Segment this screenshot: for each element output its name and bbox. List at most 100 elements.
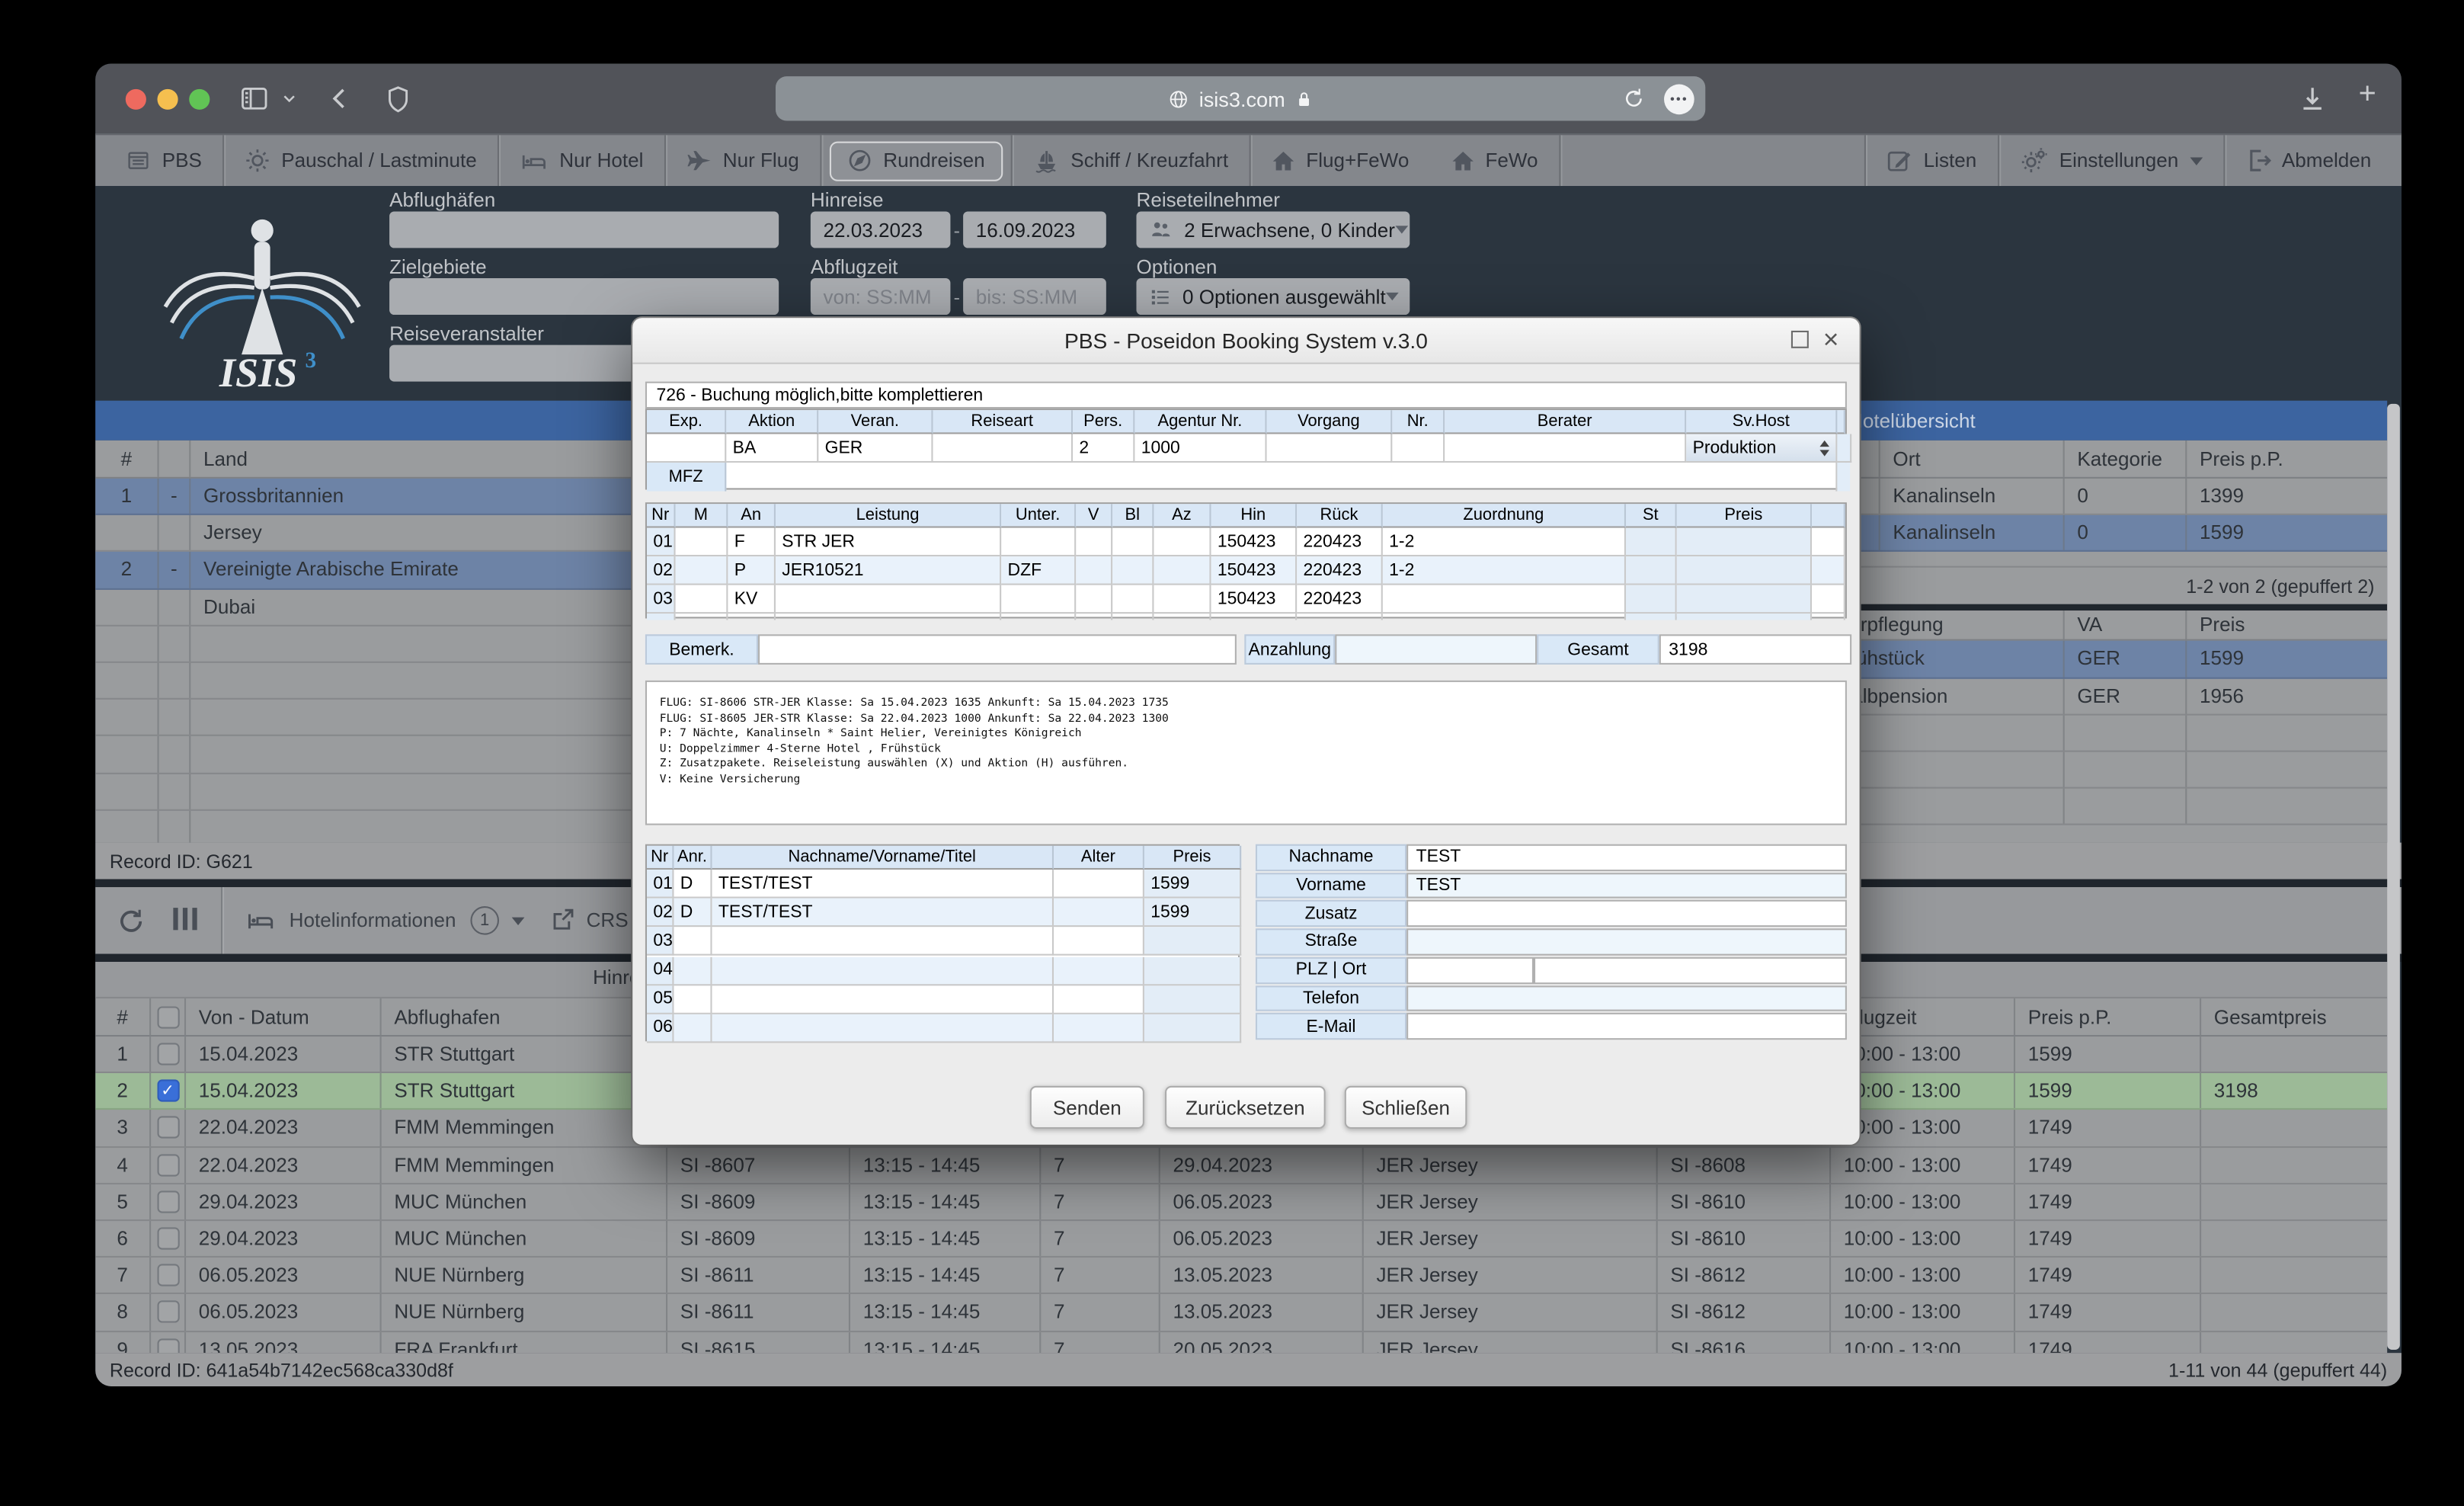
passenger-cell-r5-c1[interactable] bbox=[674, 1014, 712, 1043]
row-checkbox[interactable] bbox=[156, 1043, 178, 1065]
services-cell-r1-c7[interactable] bbox=[1154, 556, 1211, 585]
flight-row[interactable]: 629.04.2023MUC MünchenSI -860913:15 - 14… bbox=[95, 1221, 2387, 1258]
nav-item-pbs[interactable]: PBS bbox=[105, 135, 222, 186]
abflughaefen-input[interactable] bbox=[389, 211, 779, 248]
reload-icon[interactable] bbox=[1623, 88, 1645, 110]
passenger-cell-r1-c1[interactable]: D bbox=[674, 899, 712, 928]
passenger-cell-r1-c2[interactable]: TEST/TEST bbox=[712, 899, 1054, 928]
columns-icon[interactable] bbox=[170, 907, 199, 934]
senden-button[interactable]: Senden bbox=[1030, 1086, 1144, 1129]
download-icon[interactable] bbox=[2298, 81, 2327, 116]
row-checkbox[interactable] bbox=[156, 1117, 178, 1139]
row-checkbox[interactable] bbox=[156, 1154, 178, 1176]
nav-item-flug-fewo[interactable]: Flug+FeWo bbox=[1250, 135, 1429, 186]
services-cell-r2-c1[interactable] bbox=[676, 585, 728, 614]
passenger-cell-r0-c2[interactable]: TEST/TEST bbox=[712, 870, 1054, 899]
services-cell-r0-c11[interactable] bbox=[1626, 528, 1677, 557]
reiseteilnehmer-dropdown[interactable]: 2 Erwachsene, 0 Kinder bbox=[1136, 211, 1410, 248]
booking-details-textarea[interactable]: FLUG: SI-8606 STR-JER Klasse: Sa 15.04.2… bbox=[645, 681, 1847, 825]
passenger-cell-r4-c1[interactable] bbox=[674, 985, 712, 1014]
abflugzeit-bis-input[interactable]: bis: SS:MM bbox=[963, 278, 1106, 315]
services-cell-r2-c12[interactable] bbox=[1677, 585, 1812, 614]
passenger-cell-r0-c1[interactable]: D bbox=[674, 870, 712, 899]
contact-input-e-mail[interactable] bbox=[1406, 1013, 1847, 1040]
nav-item-pauschal-lastminute[interactable]: Pauschal / Lastminute bbox=[224, 135, 498, 186]
services-cell-r0-c10[interactable]: 1-2 bbox=[1383, 528, 1626, 557]
passenger-cell-r3-c2[interactable] bbox=[712, 956, 1054, 985]
sidebar-icon[interactable] bbox=[238, 81, 270, 116]
close-traffic-light[interactable] bbox=[126, 89, 146, 110]
services-cell-r1-c10[interactable]: 1-2 bbox=[1383, 556, 1626, 585]
flight-row[interactable]: 422.04.2023FMM MemmingenSI -860713:15 - … bbox=[95, 1147, 2387, 1184]
passenger-cell-r3-c3[interactable] bbox=[1054, 956, 1144, 985]
contact-input-vorname[interactable]: TEST bbox=[1406, 873, 1847, 899]
row-checkbox[interactable] bbox=[156, 1338, 178, 1353]
nav-item-listen[interactable]: Listen bbox=[1867, 135, 1998, 186]
zoom-traffic-light[interactable] bbox=[189, 89, 210, 110]
passenger-cell-r4-c2[interactable] bbox=[712, 985, 1054, 1014]
nav-item-nur-hotel[interactable]: Nur Hotel bbox=[499, 135, 664, 186]
services-cell-r0-c1[interactable] bbox=[676, 528, 728, 557]
anzahlung-input[interactable] bbox=[1335, 634, 1537, 665]
services-cell-r1-c5[interactable] bbox=[1076, 556, 1112, 585]
new-tab-icon[interactable]: + bbox=[2359, 78, 2376, 113]
nav-item-rundreisen[interactable]: Rundreisen bbox=[829, 141, 1002, 181]
contact-input-plz[interactable] bbox=[1406, 956, 1534, 983]
passenger-cell-r5-c2[interactable] bbox=[712, 1014, 1054, 1043]
address-bar[interactable]: isis3.com ••• bbox=[776, 76, 1705, 120]
contact-input-nachname[interactable]: TEST bbox=[1406, 844, 1847, 871]
services-cell-r2-c4[interactable] bbox=[1001, 585, 1076, 614]
more-icon[interactable]: ••• bbox=[1664, 85, 1694, 115]
refresh-icon[interactable] bbox=[117, 907, 144, 934]
services-cell-r2-c6[interactable] bbox=[1112, 585, 1154, 614]
schliessen-button[interactable]: Schließen bbox=[1345, 1086, 1467, 1129]
services-cell-r0-c3[interactable]: STR JER bbox=[776, 528, 1001, 557]
row-checkbox[interactable] bbox=[156, 1264, 178, 1287]
main-scrollbar[interactable] bbox=[2387, 404, 2400, 1350]
hinreise-bis-input[interactable]: 16.09.2023 bbox=[963, 211, 1106, 248]
booking-cell-1[interactable]: BA bbox=[726, 434, 818, 463]
contact-input-telefon[interactable] bbox=[1406, 985, 1847, 1011]
services-cell-r1-c8[interactable]: 150423 bbox=[1211, 556, 1298, 585]
booking-cell-7[interactable] bbox=[1392, 434, 1445, 463]
services-cell-r2-c8[interactable]: 150423 bbox=[1211, 585, 1298, 614]
row-checkbox[interactable]: ✓ bbox=[156, 1080, 178, 1102]
passenger-cell-r4-c4[interactable] bbox=[1144, 985, 1241, 1014]
services-cell-r1-c9[interactable]: 220423 bbox=[1297, 556, 1383, 585]
services-cell-r1-c12[interactable] bbox=[1677, 556, 1812, 585]
services-cell-r0-c12[interactable] bbox=[1677, 528, 1812, 557]
services-cell-r2-c3[interactable] bbox=[776, 585, 1001, 614]
services-cell-r0-c9[interactable]: 220423 bbox=[1297, 528, 1383, 557]
booking-cell-4[interactable]: 2 bbox=[1073, 434, 1134, 463]
services-cell-r2-c11[interactable] bbox=[1626, 585, 1677, 614]
gesamt-input[interactable]: 3198 bbox=[1659, 634, 1851, 665]
close-icon[interactable]: × bbox=[1816, 321, 1845, 359]
nav-item-nur-flug[interactable]: Nur Flug bbox=[666, 135, 820, 186]
services-cell-r0-c4[interactable] bbox=[1001, 528, 1076, 557]
maximize-icon[interactable] bbox=[1791, 331, 1809, 348]
services-cell-r0-c5[interactable] bbox=[1076, 528, 1112, 557]
services-cell-r2-c9[interactable]: 220423 bbox=[1297, 585, 1383, 614]
services-cell-r2-c10[interactable] bbox=[1383, 585, 1626, 614]
booking-cell-8[interactable] bbox=[1445, 434, 1686, 463]
optionen-dropdown[interactable]: 0 Optionen ausgewählt bbox=[1136, 278, 1410, 315]
passenger-cell-r0-c4[interactable]: 1599 bbox=[1144, 870, 1241, 899]
row-checkbox[interactable] bbox=[156, 1228, 178, 1250]
passenger-cell-r2-c3[interactable] bbox=[1054, 928, 1144, 956]
flight-row[interactable]: 806.05.2023NUE NürnbergSI -861113:15 - 1… bbox=[95, 1295, 2387, 1331]
services-cell-r0-c7[interactable] bbox=[1154, 528, 1211, 557]
modal-titlebar[interactable]: PBS - Poseidon Booking System v.3.0 × bbox=[632, 318, 1859, 364]
abflugzeit-von-input[interactable]: von: SS:MM bbox=[811, 278, 951, 315]
mfz-input[interactable] bbox=[726, 463, 1837, 492]
services-cell-r0-c6[interactable] bbox=[1112, 528, 1154, 557]
passenger-cell-r2-c2[interactable] bbox=[712, 928, 1054, 956]
booking-cell-6[interactable] bbox=[1267, 434, 1393, 463]
hinreise-von-input[interactable]: 22.03.2023 bbox=[811, 211, 951, 248]
booking-cell-3[interactable] bbox=[933, 434, 1073, 463]
nav-item-einstellungen[interactable]: Einstellungen bbox=[1998, 135, 2222, 186]
contact-input-ort[interactable] bbox=[1534, 956, 1847, 983]
flight-row[interactable]: 913.05.2023FRA FrankfurtSI -861513:15 - … bbox=[95, 1331, 2387, 1353]
flight-row[interactable]: 706.05.2023NUE NürnbergSI -861113:15 - 1… bbox=[95, 1258, 2387, 1294]
hotelinformationen-label[interactable]: Hotelinformationen bbox=[290, 909, 456, 931]
nav-item-schiff-kreuzfahrt[interactable]: Schiff / Kreuzfahrt bbox=[1012, 135, 1249, 186]
